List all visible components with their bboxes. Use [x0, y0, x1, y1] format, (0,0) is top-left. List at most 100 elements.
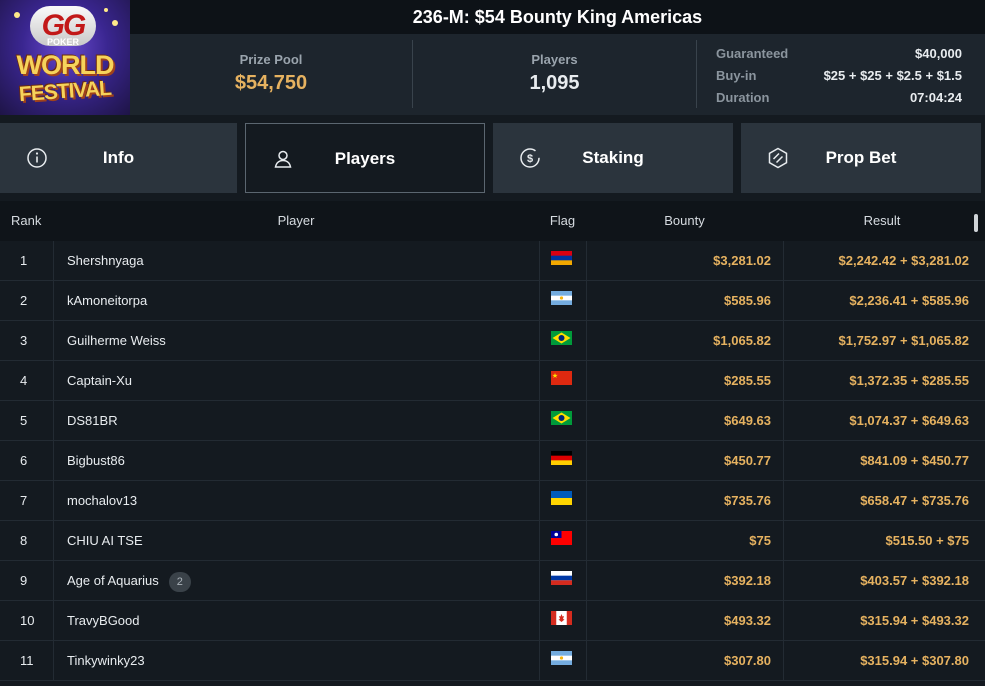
flag-cell: [539, 441, 586, 481]
player-name[interactable]: Bigbust86: [67, 453, 125, 468]
buy-in-row: Buy-in $25 + $25 + $2.5 + $1.5: [716, 65, 962, 87]
player-name[interactable]: CHIU AI TSE: [67, 533, 143, 548]
rank-cell: 8: [20, 533, 28, 548]
logo-poker-text: POKER: [46, 37, 79, 47]
tab-players[interactable]: Players: [245, 123, 485, 193]
tab-prop-bet-label: Prop Bet: [825, 148, 897, 167]
table-row[interactable]: 11 Tinkywinky23 $307.80 $315.94 + $307.80: [0, 641, 985, 681]
tournament-header: GG POKER WORLD FESTIVAL 236-M: $54 Bount…: [0, 0, 985, 115]
prize-pool-stat: Prize Pool $54,750: [130, 34, 412, 115]
table-row[interactable]: 3 Guilherme Weiss $1,065.82 $1,752.97 + $1,…: [0, 321, 985, 361]
player-name[interactable]: DS81BR: [67, 413, 118, 428]
tab-prop-bet[interactable]: Prop Bet: [741, 123, 981, 193]
column-result[interactable]: Result: [783, 201, 981, 241]
duration-label: Duration: [716, 90, 770, 105]
table-row[interactable]: 9 Age of Aquarius 2 $392.18 $403.57 + $392.1…: [0, 561, 985, 601]
brazil-flag: [551, 331, 572, 345]
rank-cell: 7: [20, 493, 28, 508]
rank-cell: 4: [20, 373, 28, 388]
player-name[interactable]: TravyBGood: [67, 613, 140, 628]
guaranteed-label: Guaranteed: [716, 46, 789, 61]
flag-cell: [539, 641, 586, 681]
rank-cell: 3: [20, 333, 28, 348]
ukraine-flag: [551, 491, 572, 505]
tab-info[interactable]: Info: [0, 123, 237, 193]
result-cell: $2,242.42 + $3,281.02: [783, 241, 981, 281]
table-row[interactable]: 7 mochalov13 $735.76 $658.47 + $735.76: [0, 481, 985, 521]
player-name-cell[interactable]: Bigbust86: [53, 441, 539, 481]
guaranteed-value: $40,000: [915, 46, 962, 61]
duration-value: 07:04:24: [909, 90, 962, 105]
player-name-cell[interactable]: DS81BR: [53, 401, 539, 441]
russia-flag: [551, 571, 572, 585]
player-name-cell[interactable]: mochalov13: [53, 481, 539, 521]
bounty-cell: $392.18: [586, 561, 783, 601]
result-cell: $515.50 + $75: [783, 521, 981, 561]
column-flag[interactable]: Flag: [539, 201, 586, 241]
player-name-cell[interactable]: Captain-Xu: [53, 361, 539, 401]
tab-players-label: Players: [334, 149, 396, 168]
gg-world-festival-logo: GG POKER WORLD FESTIVAL: [0, 0, 130, 115]
players-value: 1,095: [529, 72, 580, 94]
column-bounty[interactable]: Bounty: [586, 201, 783, 241]
bounty-cell: $735.76: [586, 481, 783, 521]
sparkle-decoration: [14, 12, 20, 18]
china-flag: [551, 371, 572, 385]
player-name-cell[interactable]: Shershnyaga: [53, 241, 539, 281]
player-name[interactable]: mochalov13: [67, 493, 137, 508]
result-cell: $658.47 + $735.76: [783, 481, 981, 521]
argentina-flag: [551, 651, 572, 665]
tab-staking-label: Staking: [582, 148, 644, 167]
player-name[interactable]: Shershnyaga: [67, 253, 144, 268]
bounty-cell: $585.96: [586, 281, 783, 321]
scrollbar-thumb[interactable]: [974, 214, 978, 232]
player-name[interactable]: Captain-Xu: [67, 373, 132, 388]
player-name-cell[interactable]: CHIU AI TSE: [53, 521, 539, 561]
tab-info-label: Info: [102, 148, 135, 167]
table-row[interactable]: 8 CHIU AI TSE $75 $515.50 + $75: [0, 521, 985, 561]
rank-cell: 2: [20, 293, 28, 308]
germany-flag: [551, 451, 572, 465]
tournament-title: 236-M: $54 Bounty King Americas: [130, 0, 985, 34]
table-row[interactable]: 1 Shershnyaga $3,281.02 $2,242.42 + $3,281.…: [0, 241, 985, 281]
table-row[interactable]: 6 Bigbust86 $450.77 $841.09 + $450.77: [0, 441, 985, 481]
tab-staking[interactable]: $ Staking: [493, 123, 733, 193]
entries-badge: 2: [168, 571, 191, 592]
armenia-flag: [551, 251, 572, 265]
player-name[interactable]: Tinkywinky23: [67, 653, 145, 668]
sparkle-decoration: [112, 20, 118, 26]
buy-in-label: Buy-in: [716, 68, 757, 83]
bounty-cell: $649.63: [586, 401, 783, 441]
result-cell: $315.94 + $493.32: [783, 601, 981, 641]
player-name-cell[interactable]: TravyBGood: [53, 601, 539, 641]
player-name-cell[interactable]: Guilherme Weiss: [53, 321, 539, 361]
player-name-cell[interactable]: Age of Aquarius 2: [53, 561, 539, 601]
column-rank[interactable]: Rank: [11, 201, 41, 241]
bounty-cell: $1,065.82: [586, 321, 783, 361]
bounty-cell: $3,281.02: [586, 241, 783, 281]
column-player[interactable]: Player: [53, 201, 539, 241]
player-name[interactable]: kAmoneitorpa: [67, 293, 147, 308]
result-cell: $403.57 + $392.18: [783, 561, 981, 601]
players-table-body: 1 Shershnyaga $3,281.02 $2,242.42 + $3,281.…: [0, 241, 985, 681]
table-row[interactable]: 4 Captain-Xu $285.55 $1,372.35 + $285.55: [0, 361, 985, 401]
guaranteed-row: Guaranteed $40,000: [716, 43, 962, 65]
flag-cell: [539, 521, 586, 561]
table-row[interactable]: 2 kAmoneitorpa $585.96 $2,236.41 + $585.96: [0, 281, 985, 321]
player-name[interactable]: Age of Aquarius: [67, 573, 159, 588]
flag-cell: [539, 481, 586, 521]
bounty-cell: $75: [586, 521, 783, 561]
player-name-cell[interactable]: Tinkywinky23: [53, 641, 539, 681]
rank-cell: 1: [20, 253, 28, 268]
flag-cell: [539, 241, 586, 281]
table-row[interactable]: 5 DS81BR $649.63 $1,074.37 + $649.63: [0, 401, 985, 441]
prize-pool-value: $54,750: [234, 72, 308, 94]
table-row[interactable]: 10 TravyBGood $493.32 $315.94 + $493.32: [0, 601, 985, 641]
player-name[interactable]: Guilherme Weiss: [67, 333, 166, 348]
result-cell: $2,236.41 + $585.96: [783, 281, 981, 321]
rank-cell: 10: [20, 613, 35, 628]
bounty-cell: $307.80: [586, 641, 783, 681]
player-name-cell[interactable]: kAmoneitorpa: [53, 281, 539, 321]
buy-in-value: $25 + $25 + $2.5 + $1.5: [823, 68, 962, 83]
players-stat: Players 1,095: [413, 34, 696, 115]
